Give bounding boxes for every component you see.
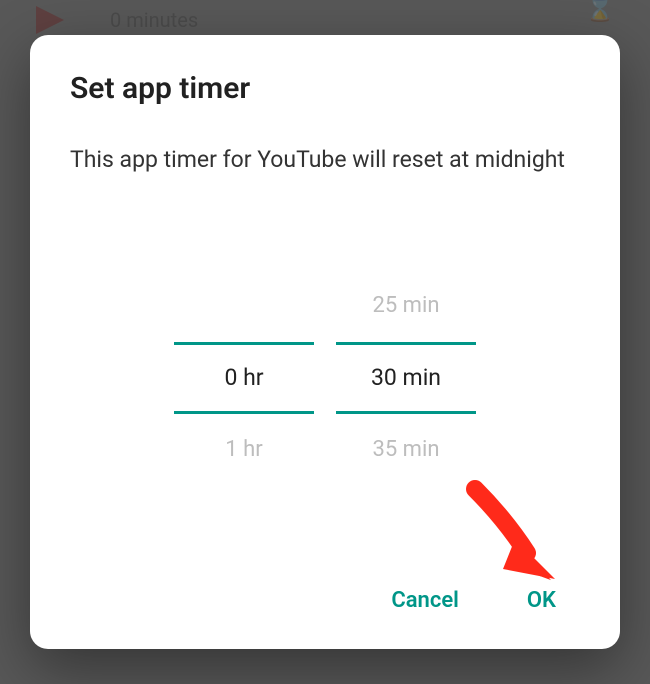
- minutes-picker[interactable]: 25 min 30 min 35 min: [336, 270, 476, 486]
- minutes-next: 35 min: [373, 414, 440, 486]
- cancel-button[interactable]: Cancel: [387, 580, 463, 621]
- dialog-actions: Cancel OK: [70, 570, 580, 621]
- minutes-selected[interactable]: 30 min: [336, 342, 476, 414]
- minutes-prev: 25 min: [373, 270, 440, 342]
- hours-next: 1 hr: [225, 414, 262, 486]
- dialog-description: This app timer for YouTube will reset at…: [70, 144, 580, 175]
- time-picker: 0 hr 1 hr 25 min 30 min 35 min: [70, 185, 580, 570]
- dialog-title: Set app timer: [70, 71, 580, 106]
- hours-selected[interactable]: 0 hr: [174, 342, 314, 414]
- ok-button[interactable]: OK: [523, 580, 560, 621]
- set-app-timer-dialog: Set app timer This app timer for YouTube…: [30, 35, 620, 649]
- hours-picker[interactable]: 0 hr 1 hr: [174, 270, 314, 486]
